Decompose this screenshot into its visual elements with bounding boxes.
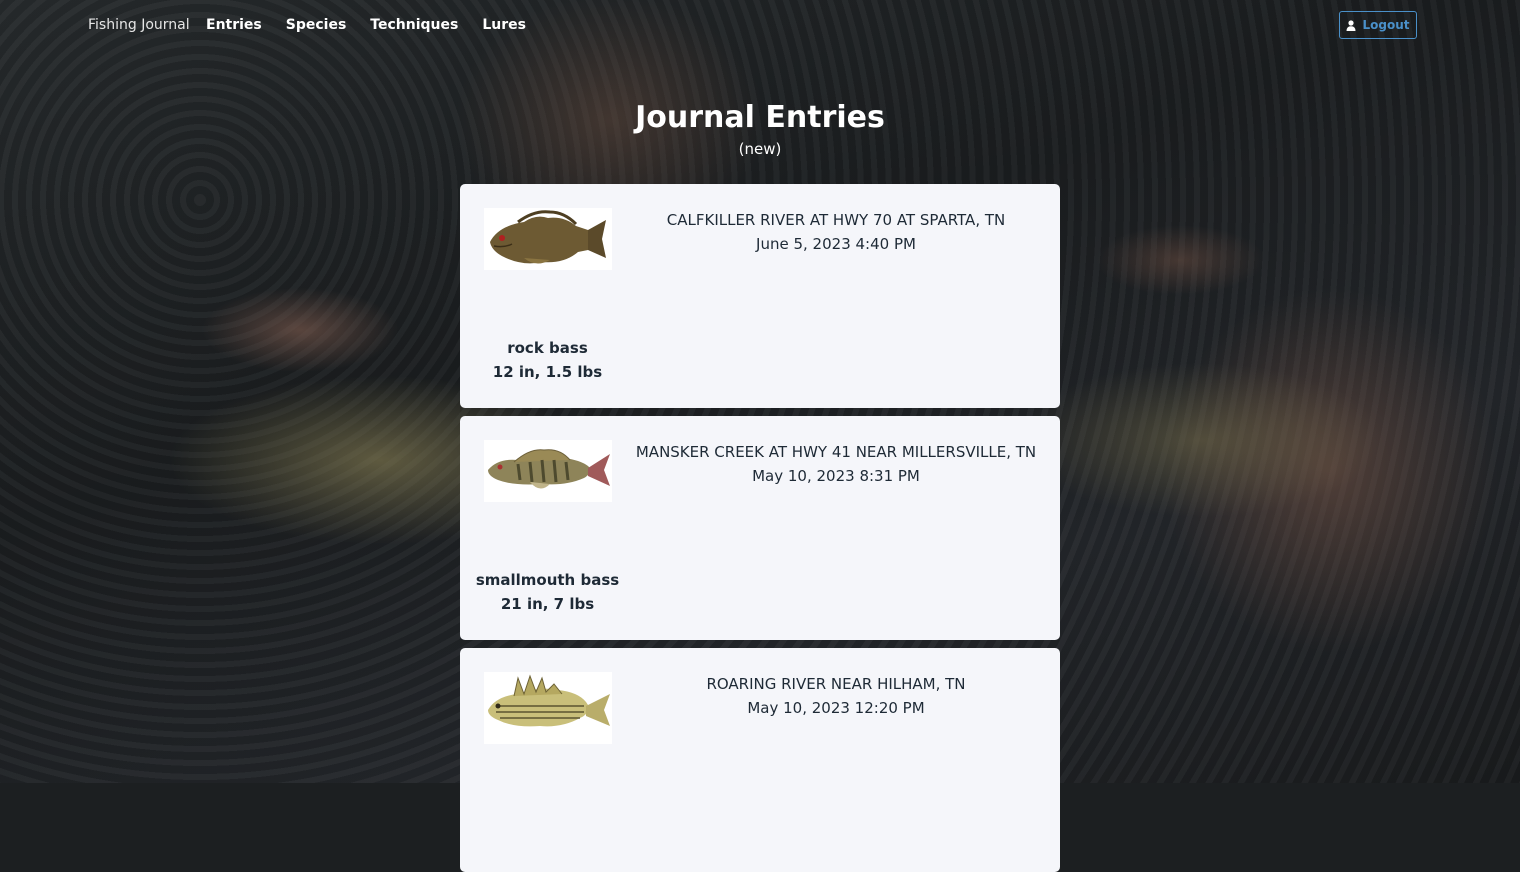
smallmouth-bass-illustration: [484, 440, 612, 502]
rock-bass-illustration: [484, 208, 612, 270]
nav-lures-link[interactable]: Lures: [482, 17, 526, 33]
nav-entries-link[interactable]: Entries: [206, 17, 262, 33]
entry-datetime: May 10, 2023 12:20 PM: [747, 699, 925, 717]
brand-link[interactable]: Fishing Journal: [88, 17, 190, 33]
entry-card[interactable]: MANSKER CREEK AT HWY 41 NEAR MILLERSVILL…: [460, 416, 1060, 640]
entry-datetime: May 10, 2023 8:31 PM: [752, 467, 920, 485]
entry-location: ROARING RIVER NEAR HILHAM, TN: [706, 675, 966, 693]
entry-card[interactable]: ROARING RIVER NEAR HILHAM, TN May 10, 20…: [460, 648, 1060, 872]
entry-datetime: June 5, 2023 4:40 PM: [756, 235, 916, 253]
entry-size: 21 in, 7 lbs: [500, 595, 595, 613]
nav-techniques-link[interactable]: Techniques: [370, 17, 458, 33]
entry-species: smallmouth bass: [475, 571, 620, 589]
entry-card[interactable]: CALFKILLER RIVER AT HWY 70 AT SPARTA, TN…: [460, 184, 1060, 408]
page-title: Journal Entries: [635, 100, 885, 135]
logout-label: Logout: [1362, 18, 1410, 32]
entry-location: MANSKER CREEK AT HWY 41 NEAR MILLERSVILL…: [635, 443, 1037, 461]
logout-button[interactable]: Logout: [1339, 11, 1417, 39]
new-entry-link[interactable]: (new): [0, 140, 1520, 158]
nav-links: Entries Species Techniques Lures: [206, 17, 526, 33]
entry-size: 12 in, 1.5 lbs: [492, 363, 603, 381]
top-navbar: Fishing Journal Entries Species Techniqu…: [0, 0, 1520, 52]
user-icon: [1346, 19, 1356, 31]
nav-species-link[interactable]: Species: [286, 17, 347, 33]
entry-species: rock bass: [507, 339, 588, 357]
yellow-bass-illustration: [484, 672, 612, 744]
entry-location: CALFKILLER RIVER AT HWY 70 AT SPARTA, TN: [666, 211, 1006, 229]
